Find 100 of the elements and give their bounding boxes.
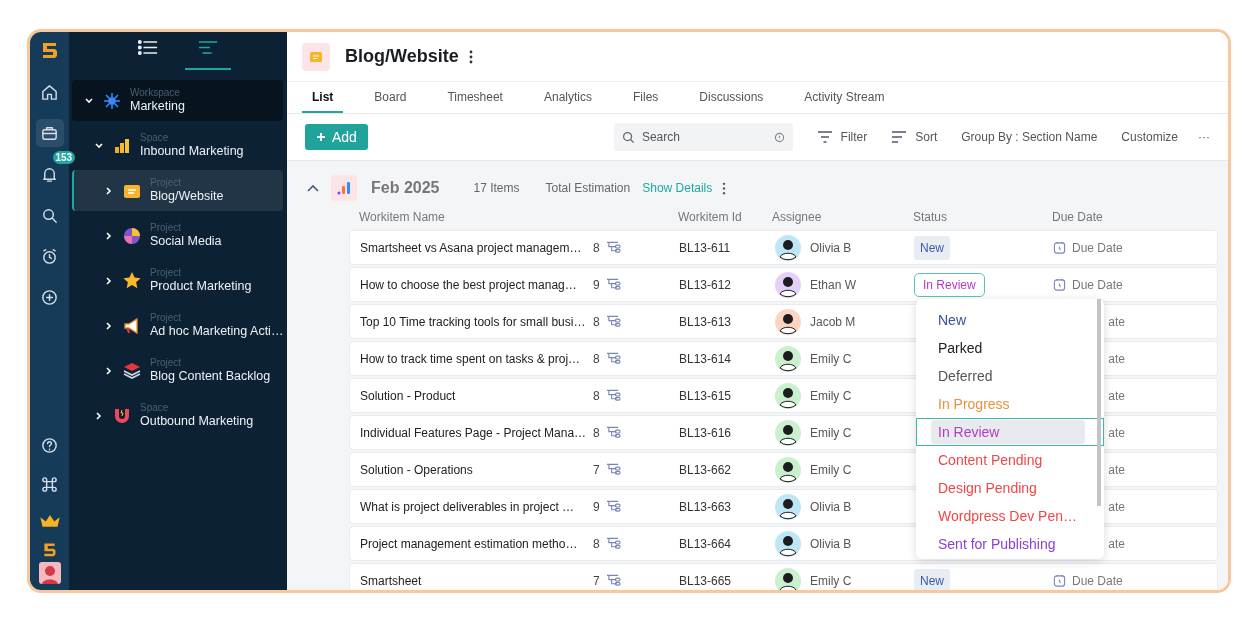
group-by-button[interactable]: Group By : Section Name: [961, 130, 1098, 144]
tab[interactable]: Discussions: [689, 82, 774, 113]
logo-icon[interactable]: [41, 541, 58, 558]
workitem-name: Project management estimation metho…: [360, 536, 579, 551]
tree-view-toggle[interactable]: [184, 40, 231, 70]
tab[interactable]: Timesheet: [437, 82, 513, 113]
column-header: Assignee: [772, 209, 823, 224]
kebab-menu-icon[interactable]: [722, 181, 727, 195]
workitem-id: BL13-664: [679, 536, 733, 551]
workitem-id: BL13-612: [679, 277, 733, 292]
workitem-name: Smartsheet vs Asana project managem…: [360, 240, 583, 255]
tree-item[interactable]: Space Outbound Marketing: [72, 395, 283, 436]
tree-item-name: Blog Content Backlog: [150, 368, 271, 384]
subtasks-icon: [605, 352, 621, 365]
status-badge[interactable]: New: [914, 235, 950, 260]
estimate: 7: [593, 573, 600, 588]
due-date: ate: [1108, 351, 1125, 366]
workitem-name: How to track time spent on tasks & proj…: [360, 351, 582, 366]
assignee-name: Emily C: [810, 425, 852, 440]
sort-button[interactable]: Sort: [891, 130, 938, 144]
tree-item[interactable]: Project Ad hoc Marketing Acti…: [72, 305, 283, 346]
status-option[interactable]: Sent for Publishing: [916, 530, 1104, 558]
chevron-icon[interactable]: [104, 185, 114, 196]
search-field[interactable]: Search: [613, 123, 793, 151]
chevron-icon[interactable]: [104, 365, 114, 376]
status-badge[interactable]: In Review: [914, 272, 985, 297]
workitem-name: Smartsheet: [360, 573, 423, 588]
tree-item-type: Project: [150, 267, 183, 278]
due-date: ate: [1108, 314, 1125, 329]
due-date: Due Date: [1072, 240, 1123, 255]
filter-icon: [816, 131, 833, 143]
estimate: 7: [593, 462, 600, 477]
tree-item-name: Product Marketing: [150, 278, 252, 294]
more-button[interactable]: ···: [1198, 130, 1210, 144]
tree-item-type: Project: [150, 357, 183, 368]
status-badge[interactable]: New: [914, 568, 950, 590]
list-icon: [137, 40, 158, 55]
tab[interactable]: Board: [364, 82, 417, 113]
chevron-icon[interactable]: [94, 140, 104, 151]
column-header: Due Date: [1052, 209, 1104, 224]
tree-item[interactable]: Project Blog Content Backlog: [72, 350, 283, 391]
customize-button[interactable]: Customize: [1121, 130, 1178, 144]
table-row[interactable]: Smartsheet 7 BL13-665 Emily C New Due Date: [349, 563, 1218, 590]
chevron-icon[interactable]: [307, 184, 319, 192]
estimation-label: Total Estimation: [545, 181, 631, 195]
column-header: Status: [913, 209, 949, 224]
subtasks-icon: [605, 426, 621, 439]
tree-item-name: Social Media: [150, 233, 222, 249]
status-option[interactable]: In Review: [916, 418, 1104, 446]
tree-item[interactable]: Workspace Marketing: [72, 80, 283, 121]
search-field[interactable]: Search: [639, 129, 774, 145]
estimate: 8: [593, 351, 600, 366]
layers-icon: [122, 360, 142, 381]
chevron-icon[interactable]: [94, 410, 104, 421]
estimate: 8: [593, 388, 600, 403]
tab[interactable]: Files: [623, 82, 669, 113]
table-row[interactable]: Smartsheet vs Asana project managem… 8 BL13-611 Olivia B New Due Date: [349, 230, 1218, 265]
chevron-icon[interactable]: [104, 230, 114, 241]
due-date: ate: [1108, 536, 1125, 551]
plus-icon: [316, 132, 326, 142]
tab[interactable]: List: [302, 82, 344, 113]
column-header: Workitem Name: [359, 209, 446, 224]
subtasks-icon: [605, 315, 621, 328]
estimate: 8: [593, 425, 600, 440]
kebab-menu-icon[interactable]: [468, 49, 473, 64]
tree-item-name: Blog/Website: [150, 188, 224, 204]
tab[interactable]: Activity Stream: [794, 82, 895, 113]
avatar[interactable]: [38, 562, 61, 584]
assignee-name: Emily C: [810, 351, 852, 366]
crown-icon[interactable]: [38, 514, 61, 529]
due-date: ate: [1108, 425, 1125, 440]
scrollbar[interactable]: [1097, 299, 1101, 506]
workitem-name: Individual Features Page - Project Mana…: [360, 425, 588, 440]
assignee-name: Jacob M: [810, 314, 856, 329]
subtasks-icon: [605, 389, 621, 402]
workitem-id: BL13-665: [679, 573, 733, 588]
info-icon[interactable]: [773, 131, 785, 143]
workitem-id: BL13-613: [679, 314, 733, 329]
clock-icon: [1053, 574, 1066, 587]
lines-icon: [197, 40, 218, 55]
tree-item-type: Space: [140, 132, 170, 143]
filter-button[interactable]: Filter: [816, 130, 868, 144]
assignee-name: Olivia B: [810, 536, 852, 551]
tab[interactable]: Analytics: [533, 82, 602, 113]
chevron-icon[interactable]: [104, 275, 114, 286]
projects-button[interactable]: [35, 119, 64, 147]
help-icon[interactable]: [40, 436, 59, 455]
status-option[interactable]: New: [916, 306, 1104, 334]
group-title: Feb 2025: [371, 179, 440, 197]
tree-item[interactable]: Project Product Marketing: [72, 260, 283, 301]
tree-item-type: Project: [150, 222, 183, 233]
chevron-icon[interactable]: [84, 95, 94, 106]
assignee-name: Olivia B: [810, 240, 852, 255]
tree-item-type: Workspace: [130, 87, 181, 98]
chevron-icon[interactable]: [104, 320, 114, 331]
command-icon[interactable]: [40, 475, 59, 494]
clock-icon: [1053, 278, 1066, 291]
workitem-name: How to choose the best project manag…: [360, 277, 578, 292]
assignee-name: Ethan W: [810, 277, 857, 292]
tree-item[interactable]: Project Social Media: [72, 215, 283, 256]
